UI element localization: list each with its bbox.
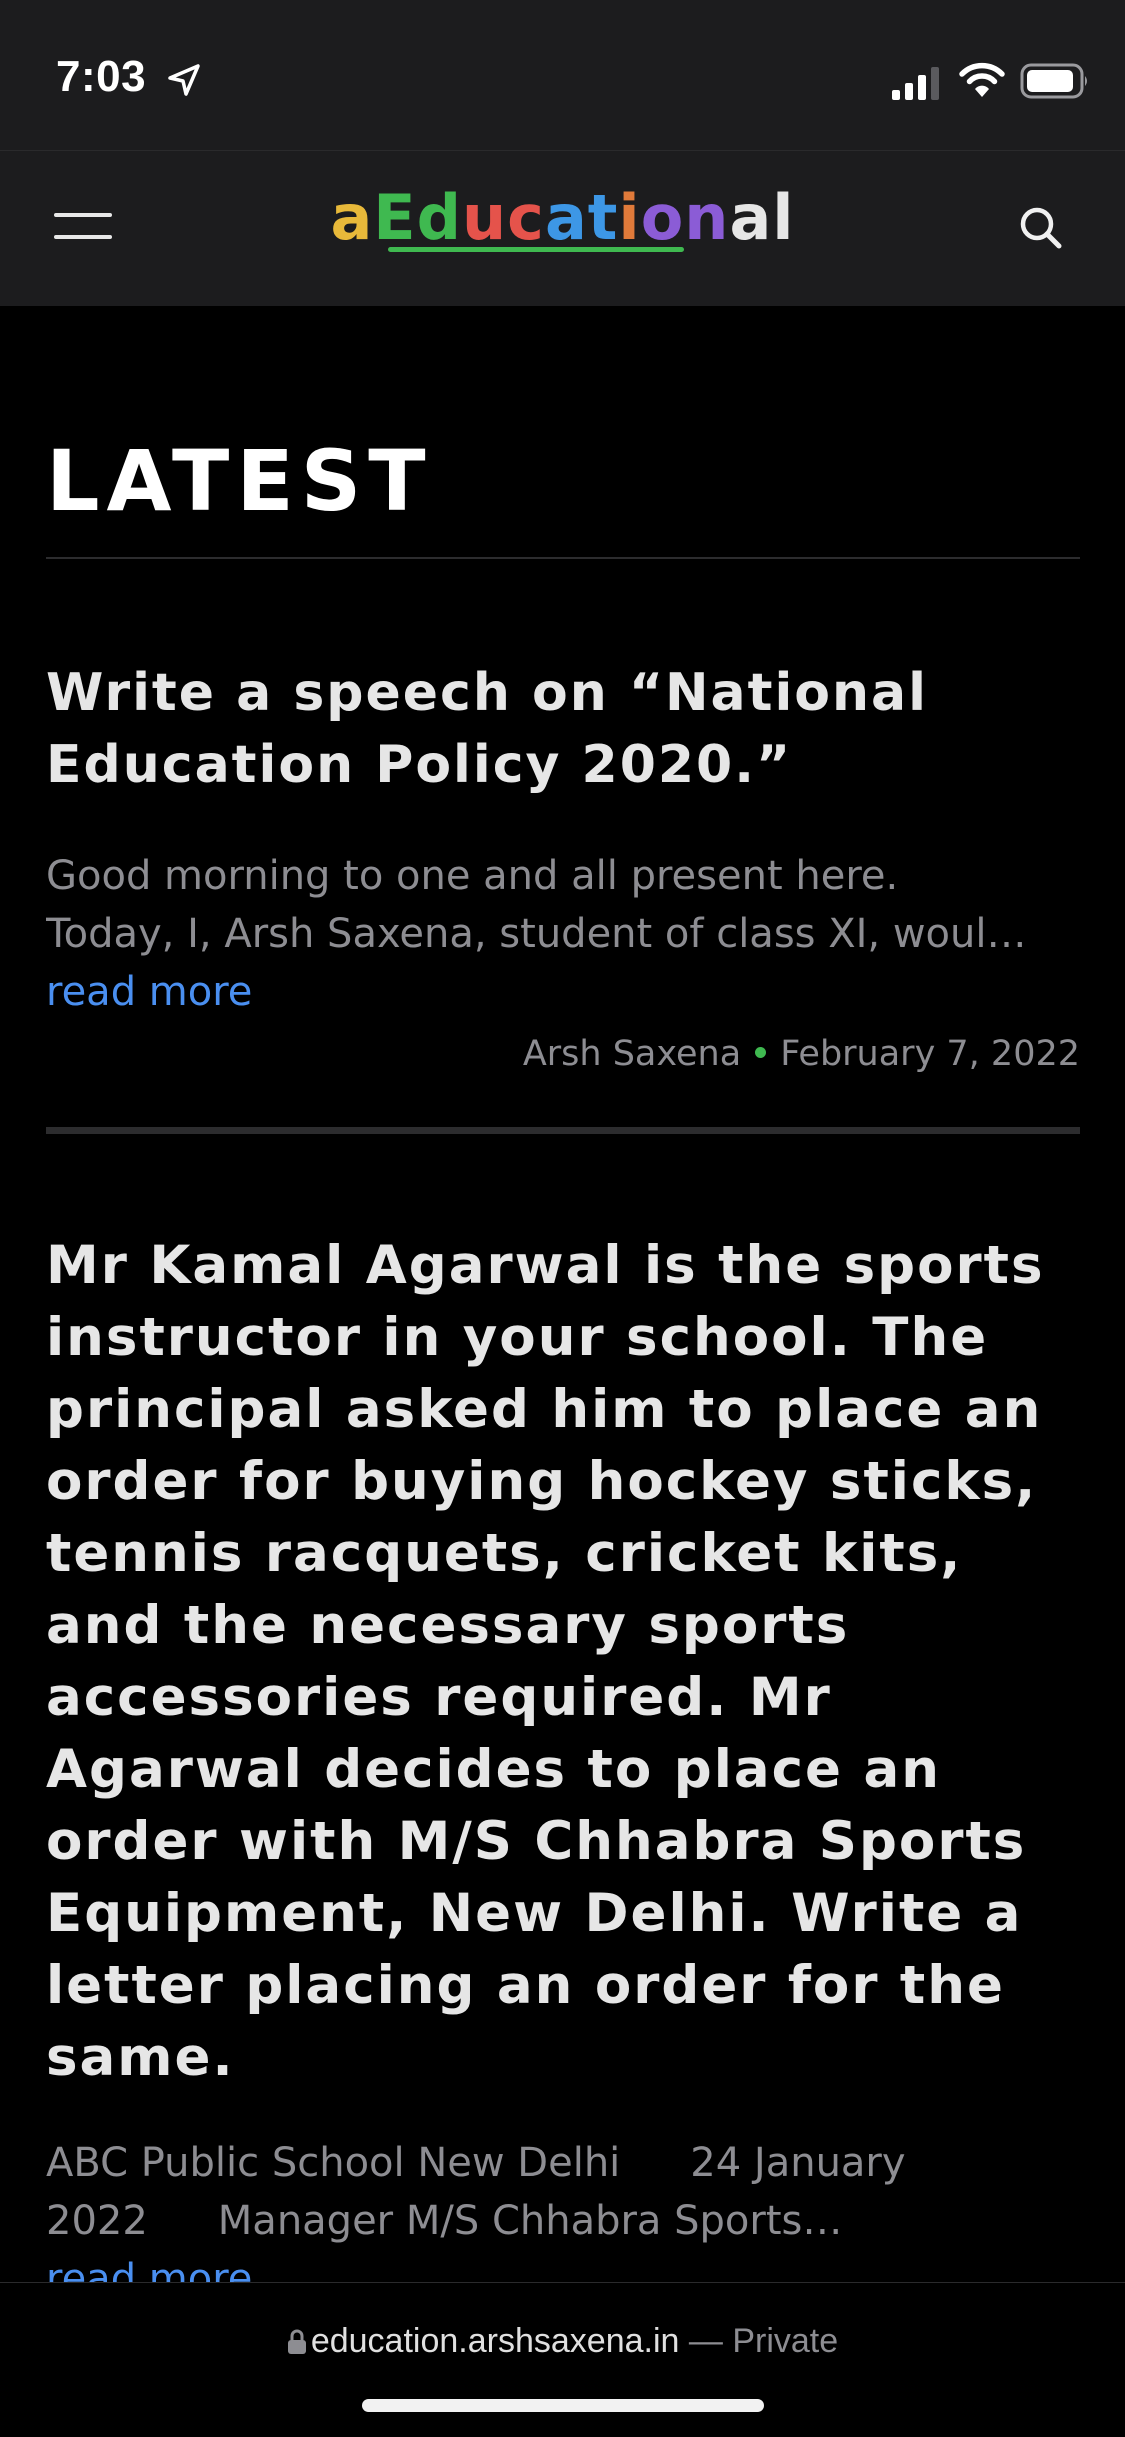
post-excerpt: Good morning to one and all present here… (46, 847, 1080, 963)
url-row[interactable]: education.arshsaxena.in — Private (0, 2319, 1125, 2363)
post-title[interactable]: Write a speech on “National Education Po… (46, 559, 1080, 801)
post-divider (46, 1127, 1080, 1134)
logo-text: aEducational (330, 181, 794, 254)
location-arrow-icon (168, 64, 200, 96)
logo-letter: i (618, 181, 641, 254)
post-title-text[interactable]: Mr Kamal Agarwal is the sports instructo… (46, 1235, 1045, 2088)
logo-letter: c (507, 181, 545, 254)
excerpt-line: 2022 Manager M/S Chhabra Sports… (46, 2192, 1080, 2250)
home-indicator[interactable] (362, 2399, 764, 2412)
excerpt-fragment: ABC Public School New Delhi (46, 2140, 621, 2186)
logo-letter: a (544, 181, 588, 254)
browser-address-bar[interactable]: education.arshsaxena.in — Private (0, 2282, 1125, 2437)
logo-letter: a (729, 181, 773, 254)
search-icon[interactable] (1016, 203, 1066, 253)
post-excerpt: ABC Public School New Delhi 24 January 20… (46, 2134, 1080, 2250)
excerpt-fragment: Manager M/S Chhabra Sports… (217, 2198, 843, 2244)
read-more-link[interactable]: read more (46, 963, 1080, 1021)
post-card: Mr Kamal Agarwal is the sports instructo… (46, 1134, 1080, 2308)
status-time: 7:03 (56, 52, 147, 101)
excerpt-line: Today, I, Arsh Saxena, student of class … (46, 911, 1027, 957)
site-header: aEducational (0, 150, 1125, 306)
cellular-signal-icon (892, 67, 939, 100)
url-text[interactable]: education.arshsaxena.in (311, 2322, 680, 2360)
excerpt-line: Good morning to one and all present here… (46, 853, 899, 899)
logo-letter: n (684, 181, 730, 254)
lock-icon (287, 2329, 306, 2354)
logo-letter: E (373, 181, 417, 254)
meta-separator-dot (755, 1046, 767, 1058)
logo-letter: o (640, 181, 685, 254)
logo-letter: l (772, 181, 795, 254)
excerpt-line: ABC Public School New Delhi 24 January (46, 2134, 1080, 2192)
private-mode-label: Private (732, 2322, 839, 2360)
post-card: Write a speech on “National Education Po… (46, 559, 1080, 1134)
logo-underline (388, 247, 684, 252)
status-bar: 7:03 (0, 0, 1125, 150)
post-author[interactable]: Arsh Saxena (523, 1034, 741, 1074)
logo-letter: d (416, 181, 463, 254)
post-meta: Arsh Saxena February 7, 2022 (46, 1029, 1080, 1079)
battery-icon (1020, 63, 1087, 99)
post-date: February 7, 2022 (780, 1034, 1080, 1074)
wifi-icon (959, 62, 1005, 97)
excerpt-fragment: 24 January (690, 2140, 906, 2186)
main-content: LATEST Write a speech on “National Educa… (46, 305, 1080, 2308)
logo-letter: u (462, 181, 508, 254)
post-title[interactable]: Mr Kamal Agarwal is the sports instructo… (46, 1134, 1080, 2094)
section-title: LATEST (46, 432, 433, 530)
post-title-text[interactable]: Write a speech on “National Education Po… (46, 663, 928, 795)
logo-letter: a (330, 181, 374, 254)
excerpt-fragment: 2022 (46, 2198, 148, 2244)
url-separator: — (679, 2322, 733, 2360)
logo-letter: t (587, 181, 619, 254)
